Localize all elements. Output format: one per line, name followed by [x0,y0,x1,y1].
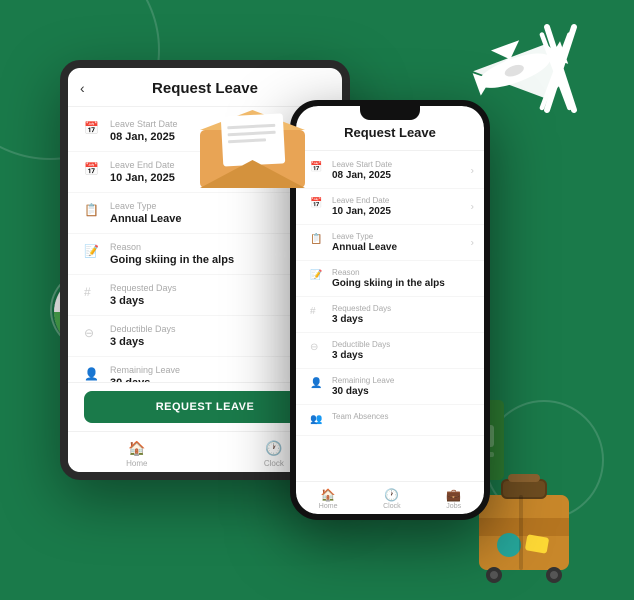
phone-nav-clock-label: Clock [383,503,401,510]
phone-row-value: Annual Leave [332,242,397,253]
phone-row-value: 3 days [332,350,390,361]
tablet-row-value: 3 days [110,295,177,307]
phone-row-value: 30 days [332,386,394,397]
phone-row: 📝 Reason Going skiing in the alps [296,261,484,297]
phone-row-content: Leave End Date 10 Jan, 2025 [332,196,391,217]
tablet-row-label: Reason [110,242,234,252]
phone-row-value: 10 Jan, 2025 [332,206,391,217]
tablet-row-value: 08 Jan, 2025 [110,131,178,143]
tablet-back-button[interactable]: ‹ [80,80,85,96]
phone-nav-home-label: Home [319,503,338,510]
phone-nav: 🏠 Home 🕐 Clock 💼 Jobs [296,481,484,514]
tablet-row-icon: 👤 [84,367,100,382]
tablet-header: ‹ Request Leave [68,68,342,107]
phone-row-content: Remaining Leave 30 days [332,376,394,397]
phone-row: ⊖ Deductible Days 3 days [296,333,484,369]
tablet-row-label: Leave End Date [110,160,175,170]
home-icon: 🏠 [128,440,145,457]
phone-row-icon: 📋 [310,234,324,248]
chevron-right-icon: › [471,237,474,248]
phone-row-content: Deductible Days 3 days [332,340,390,361]
phone-clock-icon: 🕐 [384,488,399,502]
tablet-row-icon: 📋 [84,203,100,219]
tablet-row-value: Annual Leave [110,213,182,225]
phone-notch [360,106,420,120]
phone-row: # Requested Days 3 days [296,297,484,333]
phone-row: 📅 Leave End Date 10 Jan, 2025 › [296,189,484,225]
tablet-nav-home[interactable]: 🏠 Home [126,440,147,468]
tablet-row-label: Remaining Leave [110,365,180,375]
phone-row: 👥 Team Absences [296,405,484,436]
tablet-row-icon: 📅 [84,121,100,137]
phone-row-label: Requested Days [332,304,391,313]
tablet-row-icon: 📝 [84,244,100,260]
tablet-row-icon: ⊖ [84,326,100,342]
phone-row-content: Leave Start Date 08 Jan, 2025 [332,160,392,181]
tablet-title: Request Leave [152,80,258,97]
phone-row-label: Leave Type [332,232,397,241]
phone-device: Request Leave 📅 Leave Start Date 08 Jan,… [290,100,490,520]
tablet-row-value: 3 days [110,336,176,348]
phone-row-icon: 📅 [310,162,324,176]
tablet-row-content: Remaining Leave 30 days [110,365,180,382]
phone-row-content: Team Absences [332,412,388,422]
phone-row-icon: 📝 [310,270,324,284]
phone-content: 📅 Leave Start Date 08 Jan, 2025 › 📅 Leav… [296,151,484,481]
tablet-row-content: Leave Type Annual Leave [110,201,182,225]
tablet-row-content: Leave End Date 10 Jan, 2025 [110,160,175,184]
phone-row-label: Reason [332,268,445,277]
phone-row-icon: 👤 [310,378,324,392]
phone-row-icon: 👥 [310,414,324,428]
clock-icon: 🕐 [265,440,282,457]
airplane-icon [459,22,579,122]
phone-nav-home[interactable]: 🏠 Home [319,488,338,510]
phone-nav-jobs-label: Jobs [446,503,461,510]
tablet-row-value: Going skiing in the alps [110,254,234,266]
tablet-row-icon: 📅 [84,162,100,178]
tablet-nav-home-label: Home [126,459,147,468]
tablet-row-label: Requested Days [110,283,177,293]
tablet-row-icon: # [84,285,100,301]
tablet-row-content: Deductible Days 3 days [110,324,176,348]
tablet-row-content: Leave Start Date 08 Jan, 2025 [110,119,178,143]
phone-jobs-icon: 💼 [446,488,461,502]
phone-row: 👤 Remaining Leave 30 days [296,369,484,405]
phone-row-label: Leave Start Date [332,160,392,169]
phone-row: 📋 Leave Type Annual Leave › [296,225,484,261]
tablet-nav-clock-label: Clock [264,459,284,468]
envelope-decoration [200,110,300,185]
phone-row: 📅 Leave Start Date 08 Jan, 2025 › [296,153,484,189]
phone-row-icon: ⊖ [310,342,324,356]
phone-nav-clock[interactable]: 🕐 Clock [383,488,401,510]
phone-row-content: Requested Days 3 days [332,304,391,325]
phone-row-label: Deductible Days [332,340,390,349]
phone-row-label: Leave End Date [332,196,391,205]
phone-row-content: Leave Type Annual Leave [332,232,397,253]
chevron-right-icon: › [471,165,474,176]
phone-row-value: 3 days [332,314,391,325]
phone-row-label: Team Absences [332,412,388,421]
phone-row-icon: # [310,306,324,320]
tablet-row-label: Deductible Days [110,324,176,334]
tablet-row-value: 10 Jan, 2025 [110,172,175,184]
phone-screen: Request Leave 📅 Leave Start Date 08 Jan,… [296,106,484,514]
phone-row-value: Going skiing in the alps [332,278,445,289]
tablet-row-content: Reason Going skiing in the alps [110,242,234,266]
phone-title: Request Leave [344,125,436,140]
phone-row-content: Reason Going skiing in the alps [332,268,445,289]
phone-nav-jobs[interactable]: 💼 Jobs [446,488,461,510]
tablet-row-label: Leave Type [110,201,182,211]
phone-row-label: Remaining Leave [332,376,394,385]
phone-home-icon: 🏠 [321,488,336,502]
tablet-row-label: Leave Start Date [110,119,178,129]
chevron-right-icon: › [471,201,474,212]
tablet-nav-clock[interactable]: 🕐 Clock [264,440,284,468]
phone-row-value: 08 Jan, 2025 [332,170,392,181]
tablet-row-content: Requested Days 3 days [110,283,177,307]
phone-row-icon: 📅 [310,198,324,212]
